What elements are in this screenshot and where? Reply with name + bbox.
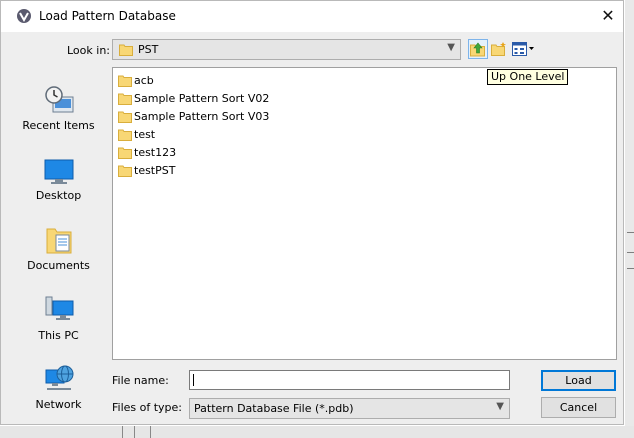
close-icon: ✕	[601, 6, 615, 25]
background-window-bottom	[0, 426, 634, 438]
load-pattern-database-dialog: Load Pattern Database ✕ Look in: PST ▼ U…	[0, 0, 624, 425]
look-in-value: PST	[138, 43, 159, 56]
file-name-input[interactable]	[189, 370, 510, 390]
folder-icon	[118, 111, 132, 123]
place-documents[interactable]: Documents	[13, 225, 104, 272]
place-label: Network	[35, 398, 82, 411]
folder-name: testPST	[134, 164, 176, 177]
folder-name: Sample Pattern Sort V03	[134, 110, 270, 123]
files-of-type-label: Files of type:	[112, 401, 183, 414]
new-folder-icon	[491, 42, 506, 56]
load-button[interactable]: Load	[541, 370, 616, 391]
background-line	[122, 426, 123, 438]
folder-icon	[118, 129, 132, 141]
folder-icon	[119, 44, 133, 56]
file-name-label: File name:	[112, 374, 169, 387]
places-bar: Recent Items Desktop Documents This PC N…	[13, 68, 104, 420]
folder-name: Sample Pattern Sort V02	[134, 92, 270, 105]
files-of-type-select[interactable]: Pattern Database File (*.pdb) ▼	[189, 398, 510, 419]
up-one-level-tooltip: Up One Level	[487, 69, 569, 85]
look-in-select[interactable]: PST ▼	[112, 39, 461, 60]
folder-icon	[118, 75, 132, 87]
close-button[interactable]: ✕	[595, 4, 621, 28]
text-caret	[193, 374, 194, 386]
chevron-down-icon: ▼	[496, 401, 504, 412]
title-bar: Load Pattern Database ✕	[1, 1, 623, 32]
this-pc-icon	[45, 296, 73, 320]
background-line	[627, 268, 634, 269]
place-recent-items[interactable]: Recent Items	[13, 85, 104, 132]
window-title: Load Pattern Database	[39, 9, 176, 23]
background-line	[627, 232, 634, 233]
files-of-type-value: Pattern Database File (*.pdb)	[194, 402, 354, 415]
desktop-icon	[44, 159, 73, 184]
up-one-level-button[interactable]	[468, 39, 488, 59]
place-label: Desktop	[35, 189, 82, 202]
folder-name: test123	[134, 146, 177, 159]
place-desktop[interactable]: Desktop	[13, 157, 104, 202]
place-label: Recent Items	[22, 119, 95, 132]
background-line	[134, 426, 135, 438]
chevron-down-icon: ▼	[447, 42, 455, 53]
details-view-icon	[512, 42, 534, 56]
place-this-pc[interactable]: This PC	[13, 293, 104, 342]
folder-icon	[118, 93, 132, 105]
folder-icon	[118, 147, 132, 159]
folder-icon	[118, 165, 132, 177]
background-window-edge	[625, 0, 634, 438]
view-menu-button[interactable]	[511, 41, 535, 57]
place-label: Documents	[27, 259, 90, 272]
place-network[interactable]: Network	[13, 362, 104, 411]
place-label: This PC	[38, 329, 79, 342]
background-line	[627, 252, 634, 253]
network-icon	[45, 365, 73, 390]
file-list[interactable]: acb Sample Pattern Sort V02 Sample Patte…	[112, 67, 617, 360]
folder-name: acb	[134, 74, 154, 87]
up-folder-icon	[470, 42, 485, 57]
folder-name: test	[134, 128, 156, 141]
background-line	[150, 426, 151, 438]
cancel-button[interactable]: Cancel	[541, 397, 616, 418]
app-icon	[17, 9, 31, 23]
look-in-label: Look in:	[67, 44, 110, 57]
create-new-folder-button[interactable]	[490, 41, 508, 57]
documents-icon	[46, 228, 71, 254]
dialog-body: Look in: PST ▼ Up One Level Recent Items…	[1, 32, 623, 424]
recent-items-icon	[44, 86, 73, 113]
